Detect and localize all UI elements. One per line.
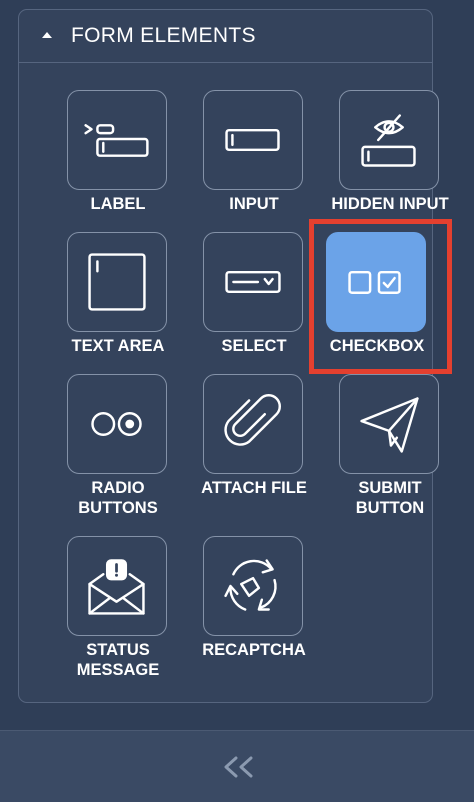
element-tile-box[interactable] xyxy=(67,90,167,190)
element-tile-box[interactable] xyxy=(67,536,167,636)
element-label: INPUT xyxy=(229,195,279,213)
element-tile-box[interactable] xyxy=(203,374,303,474)
element-tile-attach-file[interactable]: ATTACH FILE xyxy=(186,374,322,509)
element-tile-box[interactable] xyxy=(326,232,426,332)
element-tile-checkbox[interactable]: CHECKBOX xyxy=(309,232,445,367)
panel-header[interactable]: FORM ELEMENTS xyxy=(19,10,432,63)
element-label: HIDDEN INPUT xyxy=(331,195,449,213)
checkbox-icon xyxy=(348,270,401,295)
element-tile-submit-button[interactable]: SUBMIT BUTTON xyxy=(322,374,458,517)
radio-buttons-icon xyxy=(91,411,142,437)
element-tile-radio-buttons[interactable]: RADIO BUTTONS xyxy=(50,374,186,517)
element-tile-box[interactable] xyxy=(67,232,167,332)
label-icon xyxy=(84,124,149,157)
panel-footer xyxy=(0,730,474,802)
element-tile-box[interactable] xyxy=(203,90,303,190)
element-tile-box[interactable] xyxy=(339,374,439,474)
element-tile-label[interactable]: LABEL xyxy=(50,90,186,225)
collapse-button[interactable] xyxy=(217,749,261,785)
element-tile-box[interactable] xyxy=(203,232,303,332)
double-chevron-left-icon[interactable] xyxy=(217,749,261,785)
element-tile-box[interactable] xyxy=(203,536,303,636)
panel-title: FORM ELEMENTS xyxy=(71,24,256,47)
element-tile-box[interactable] xyxy=(67,374,167,474)
paperclip-icon xyxy=(224,394,281,446)
paper-plane-icon xyxy=(360,397,419,453)
recaptcha-icon xyxy=(224,559,277,611)
select-icon xyxy=(225,270,281,294)
element-tile-select[interactable]: SELECT xyxy=(186,232,322,367)
element-label: RADIO BUTTONS xyxy=(78,479,158,517)
element-label: SUBMIT BUTTON xyxy=(355,479,425,517)
element-label: STATUS MESSAGE xyxy=(76,641,160,679)
caret-up-icon[interactable] xyxy=(42,32,52,38)
text-area-icon xyxy=(88,253,146,311)
element-tile-text-area[interactable]: TEXT AREA xyxy=(50,232,186,367)
element-tile-box[interactable] xyxy=(339,90,439,190)
element-label: RECAPTCHA xyxy=(202,641,306,659)
hidden-input-icon xyxy=(361,114,416,167)
element-label: CHECKBOX xyxy=(329,337,425,355)
element-tile-input[interactable]: INPUT xyxy=(186,90,322,225)
element-tile-recaptcha[interactable]: RECAPTCHA xyxy=(186,536,322,671)
element-label: LABEL xyxy=(90,195,146,213)
element-label: TEXT AREA xyxy=(71,337,165,355)
input-icon xyxy=(225,128,280,152)
element-tile-status-message[interactable]: STATUS MESSAGE xyxy=(50,536,186,679)
element-label: ATTACH FILE xyxy=(201,479,307,497)
envelope-alert-icon xyxy=(88,559,145,615)
element-tile-hidden-input[interactable]: HIDDEN INPUT xyxy=(322,90,458,225)
